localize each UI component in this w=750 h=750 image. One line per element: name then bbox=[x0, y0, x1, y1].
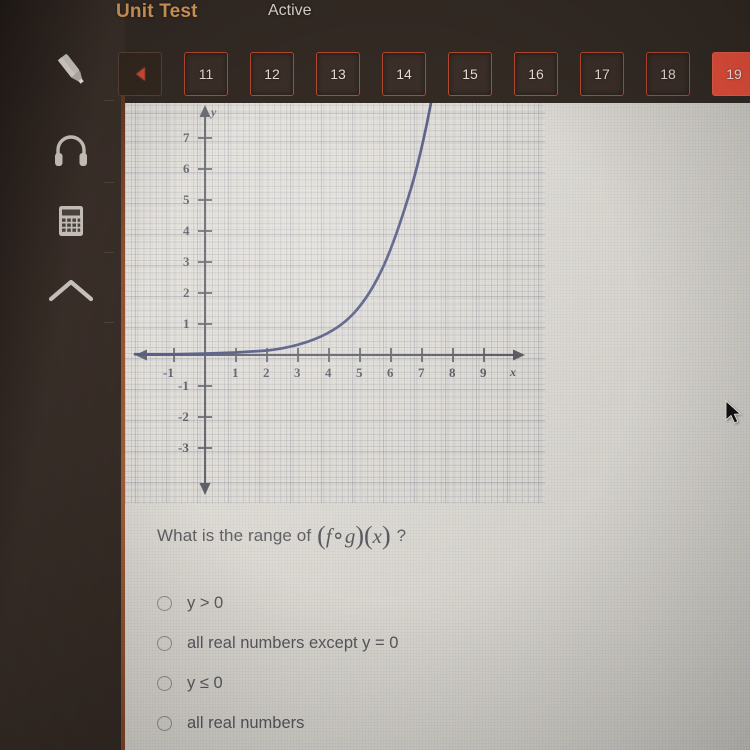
x-tick-7: 7 bbox=[418, 365, 425, 380]
radio-button-d[interactable] bbox=[157, 715, 172, 731]
question-stem: What is the range of bbox=[157, 526, 312, 545]
x-tick-4: 4 bbox=[325, 365, 332, 380]
question-tab-11[interactable]: 11 bbox=[184, 52, 228, 96]
question-tab-15[interactable]: 15 bbox=[448, 52, 492, 96]
y-tick-neg2: -2 bbox=[178, 409, 189, 424]
y-tick-neg3: -3 bbox=[178, 440, 189, 455]
rail-divider-3 bbox=[104, 252, 114, 253]
answer-choices: y > 0 all real numbers except y = 0 y ≤ … bbox=[157, 583, 717, 743]
open-paren: ( bbox=[317, 521, 326, 550]
composite-function-expression: (f ∘ g)(x) bbox=[317, 521, 391, 551]
arrow-cursor-icon bbox=[725, 399, 743, 431]
close-paren: ) bbox=[355, 521, 364, 550]
radio-button-b[interactable] bbox=[157, 635, 172, 651]
variable-x: x bbox=[372, 523, 382, 548]
highlighter-icon[interactable] bbox=[42, 40, 100, 98]
x-tick-1: 1 bbox=[232, 365, 239, 380]
question-tab-16[interactable]: 16 bbox=[514, 52, 558, 96]
rail-edge-divider bbox=[121, 95, 125, 750]
y-tick-3: 3 bbox=[183, 254, 190, 269]
x-tick-8: 8 bbox=[449, 365, 456, 380]
arg-open-paren: ( bbox=[363, 521, 373, 550]
x-axis-label: x bbox=[510, 365, 516, 379]
graph-figure: 7 6 5 4 3 2 1 -1 -2 -3 -1 1 2 3 4 5 6 7 … bbox=[125, 103, 545, 503]
question-nav-strip: 11 12 13 14 15 16 17 18 19 bbox=[118, 48, 750, 102]
question-block: What is the range of (f ∘ g)(x) ? bbox=[157, 521, 717, 551]
choice-c[interactable]: y ≤ 0 bbox=[157, 663, 717, 703]
x-tick-2: 2 bbox=[263, 365, 270, 380]
choice-a-label: y > 0 bbox=[187, 593, 224, 612]
rail-divider-1 bbox=[104, 100, 114, 101]
page-title: Unit Test bbox=[116, 1, 198, 22]
headphones-icon[interactable] bbox=[42, 122, 100, 180]
x-tick-5: 5 bbox=[356, 365, 363, 380]
x-tick-neg1: -1 bbox=[163, 365, 174, 380]
y-tick-1: 1 bbox=[183, 316, 190, 331]
y-tick-4: 4 bbox=[183, 223, 190, 238]
function-g: g bbox=[344, 523, 356, 548]
app-header: Unit Test Active bbox=[0, 0, 750, 42]
rail-divider-4 bbox=[104, 322, 114, 323]
question-tab-18[interactable]: 18 bbox=[646, 52, 690, 96]
status-badge: Active bbox=[268, 2, 312, 19]
x-tick-9: 9 bbox=[480, 365, 487, 380]
choice-d[interactable]: all real numbers bbox=[157, 703, 717, 743]
x-tick-3: 3 bbox=[294, 365, 301, 380]
question-tab-13[interactable]: 13 bbox=[316, 52, 360, 96]
y-tick-5: 5 bbox=[183, 192, 190, 207]
question-content: 7 6 5 4 3 2 1 -1 -2 -3 -1 1 2 3 4 5 6 7 … bbox=[125, 103, 750, 750]
prev-question-button[interactable] bbox=[118, 52, 162, 96]
question-tab-14[interactable]: 14 bbox=[382, 52, 426, 96]
y-tick-neg1: -1 bbox=[178, 378, 189, 393]
arg-close-paren: ) bbox=[381, 521, 391, 550]
composition-ring: ∘ bbox=[331, 523, 345, 548]
choice-c-label: y ≤ 0 bbox=[187, 673, 223, 692]
exponential-curve bbox=[133, 103, 433, 356]
chevron-up-icon[interactable] bbox=[42, 262, 100, 320]
question-text: What is the range of (f ∘ g)(x) ? bbox=[157, 521, 717, 551]
radio-button-a[interactable] bbox=[157, 595, 172, 611]
triangle-left-icon bbox=[135, 67, 145, 81]
y-tick-7: 7 bbox=[183, 130, 190, 145]
y-tick-2: 2 bbox=[183, 285, 190, 300]
question-mark: ? bbox=[396, 526, 407, 545]
y-tick-6: 6 bbox=[183, 161, 190, 176]
rail-divider-2 bbox=[104, 182, 114, 183]
choice-d-label: all real numbers bbox=[187, 713, 305, 732]
y-axis-label: y bbox=[211, 105, 217, 119]
screenshot-root: Unit Test Active 11 12 13 14 15 16 17 18 19 bbox=[0, 0, 750, 750]
question-tab-12[interactable]: 12 bbox=[250, 52, 294, 96]
tool-rail bbox=[0, 0, 125, 750]
choice-b[interactable]: all real numbers except y = 0 bbox=[157, 623, 717, 663]
calculator-icon[interactable] bbox=[42, 192, 100, 250]
question-tab-17[interactable]: 17 bbox=[580, 52, 624, 96]
choice-b-label: all real numbers except y = 0 bbox=[187, 633, 399, 652]
radio-button-c[interactable] bbox=[157, 675, 172, 691]
question-tab-19[interactable]: 19 bbox=[712, 52, 750, 96]
choice-a[interactable]: y > 0 bbox=[157, 583, 717, 623]
x-tick-6: 6 bbox=[387, 365, 394, 380]
